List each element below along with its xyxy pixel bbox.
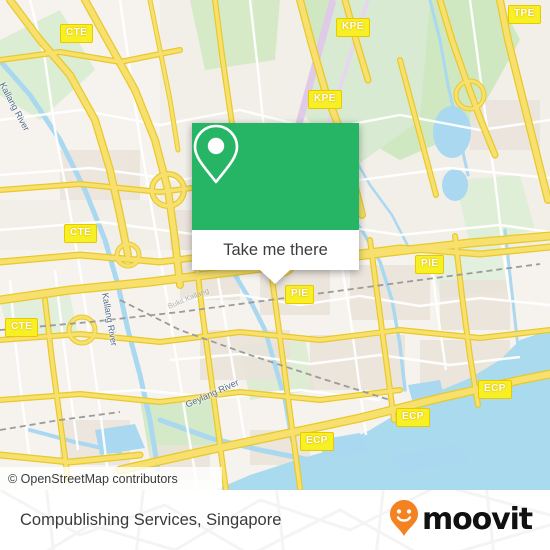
moovit-logo[interactable]: moovit (389, 490, 533, 550)
page-title: Compublishing Services, Singapore (20, 490, 281, 550)
map-canvas[interactable]: CTE KPE TPE KPE CTE PIE PIE CTE ECP ECP … (0, 0, 550, 490)
highway-shield: CTE (64, 224, 98, 243)
highway-shield: TPE (508, 5, 541, 24)
highway-shield: PIE (285, 285, 315, 304)
attribution-text: © OpenStreetMap contributors (8, 471, 178, 486)
take-me-there-label: Take me there (223, 240, 328, 259)
highway-shield: PIE (415, 255, 445, 274)
moovit-smiley-pin-icon (389, 499, 419, 542)
popup-tail (260, 270, 290, 284)
highway-shield: KPE (336, 18, 370, 37)
page-title-text: Compublishing Services, Singapore (20, 510, 282, 529)
location-popup[interactable]: Take me there (192, 123, 359, 284)
take-me-there-button[interactable]: Take me there (192, 230, 359, 270)
highway-shield: ECP (396, 408, 430, 427)
page-root: CTE KPE TPE KPE CTE PIE PIE CTE ECP ECP … (0, 0, 550, 550)
highway-shield: CTE (60, 24, 94, 43)
moovit-wordmark: moovit (421, 502, 533, 537)
highway-shield: ECP (300, 432, 334, 451)
highway-shield: KPE (308, 90, 342, 109)
footer-bar: Compublishing Services, Singapore moovit (0, 490, 550, 550)
map-attribution[interactable]: © OpenStreetMap contributors (0, 467, 222, 490)
popup-header (192, 123, 359, 230)
highway-shield: CTE (5, 318, 39, 337)
highway-shield: ECP (478, 380, 512, 399)
